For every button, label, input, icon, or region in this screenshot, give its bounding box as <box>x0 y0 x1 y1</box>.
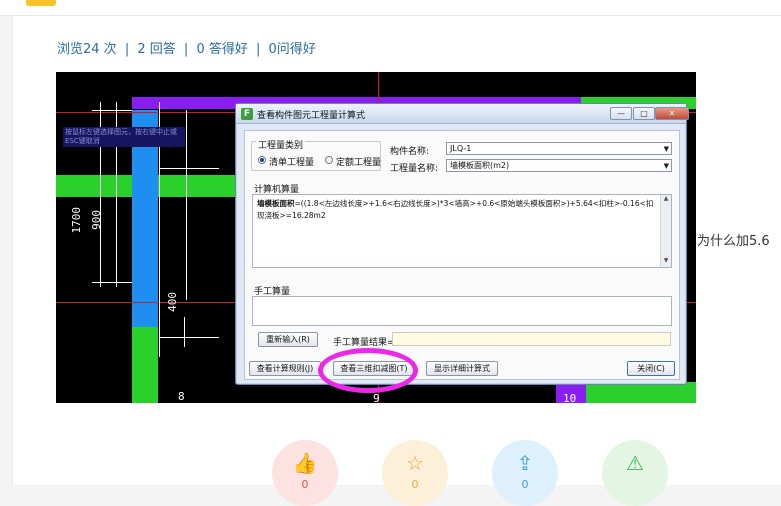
maximize-button[interactable]: □ <box>633 107 655 120</box>
component-name-select[interactable]: JLQ-1 ▼ <box>446 142 672 155</box>
thumbs-up-icon: 👍 <box>292 451 318 475</box>
dialog-title: 查看构件图元工程量计算式 <box>257 111 366 121</box>
dialog-titlebar[interactable]: F 查看构件图元工程量计算式 — □ ✕ <box>236 104 689 124</box>
dim-line <box>92 282 132 283</box>
good-questions-count: 0问得好 <box>268 42 316 57</box>
good-answers-count: 0 答得好 <box>196 42 248 57</box>
calc-formula: 墙模板面积=((1.8<左边线长度>+1.6<右边线长度>)*3<墙高>+0.6… <box>257 198 657 222</box>
dim-line <box>159 168 219 169</box>
dim-900: 900 <box>90 210 103 230</box>
calc-formula-dialog: F 查看构件图元工程量计算式 — □ ✕ 工程量类别 清单工程量 定额工程量 构… <box>235 103 689 385</box>
stats-separator: | <box>255 42 261 57</box>
share-icon: ⇪ <box>516 451 534 475</box>
axis-label-10: 10 <box>563 392 577 403</box>
view-rules-button[interactable]: 查看计算规则(J) <box>249 361 321 376</box>
chevron-down-icon: ▼ <box>663 162 669 170</box>
share-button[interactable]: ⇪ 0 <box>492 440 558 506</box>
manual-result-field[interactable] <box>392 332 671 346</box>
page: 浏览24 次 | 2 回答 | 0 答得好 | 0问得好 为什么加5.6 300… <box>0 0 781 506</box>
warning-icon: ⚠ <box>626 451 644 475</box>
chevron-down-icon: ▼ <box>663 145 669 153</box>
top-badge <box>26 0 56 6</box>
question-stats: 浏览24 次 | 2 回答 | 0 答得好 | 0问得好 <box>57 38 316 57</box>
manual-result-label: 手工算量结果= <box>333 338 395 348</box>
manual-calc-textarea[interactable] <box>252 296 672 326</box>
like-button[interactable]: 👍 0 <box>272 440 338 506</box>
radio-quota-qty[interactable] <box>325 156 333 164</box>
annotation-circle <box>318 348 418 393</box>
qty-name-label: 工程量名称: <box>390 164 439 174</box>
dim-line <box>184 317 185 347</box>
radio-list-qty[interactable] <box>258 156 266 164</box>
answers-count: 2 回答 <box>137 42 176 57</box>
stats-separator: | <box>124 42 130 57</box>
scroll-up-icon[interactable]: ▲ <box>661 195 671 205</box>
dim-400: 400 <box>166 292 179 312</box>
minimize-button[interactable]: — <box>610 107 632 120</box>
vertical-scrollbar[interactable]: ▲ ▼ <box>660 195 671 267</box>
radio-quota-label: 定额工程量 <box>336 158 382 168</box>
top-strip <box>0 0 781 16</box>
qty-name-select[interactable]: 墙模板面积(m2) ▼ <box>446 159 672 172</box>
machine-calc-textarea[interactable]: 墙模板面积=((1.8<左边线长度>+1.6<右边线长度>)*3<墙高>+0.6… <box>252 194 672 268</box>
qty-type-label: 工程量类别 <box>256 138 306 151</box>
show-detail-formula-button[interactable]: 显示详细计算式 <box>426 361 498 376</box>
stats-separator: | <box>183 42 189 57</box>
component-name-value: JLQ-1 <box>450 144 472 153</box>
star-icon: ☆ <box>406 451 424 475</box>
scroll-down-icon[interactable]: ▼ <box>661 257 671 267</box>
reenter-button[interactable]: 重新输入(R) <box>258 332 318 347</box>
cad-status-tip: 按鼠标左键选择图元，按右键中止或ESC键取消 <box>63 127 185 147</box>
favorite-button[interactable]: ☆ 0 <box>382 440 448 506</box>
close-button[interactable]: 关闭(C) <box>627 361 675 376</box>
dialog-body: 工程量类别 清单工程量 定额工程量 构件名称: JLQ-1 ▼ 工程量名称: 墙… <box>244 130 680 380</box>
app-icon: F <box>241 108 253 120</box>
dim-1700: 1700 <box>70 207 83 234</box>
report-button[interactable]: ⚠ <box>602 440 668 506</box>
formula-expression: =((1.8<左边线长度>+1.6<右边线长度>)*3<墙高>+0.6<原始端头… <box>257 199 654 220</box>
window-close-button[interactable]: ✕ <box>655 107 689 120</box>
green-column <box>132 327 158 403</box>
axis-label-9: 9 <box>373 392 380 403</box>
formula-name: 墙模板面积 <box>257 199 295 208</box>
qty-name-value: 墙模板面积(m2) <box>450 161 510 170</box>
dim-line <box>92 110 132 111</box>
question-text: 为什么加5.6 <box>697 234 770 249</box>
radio-list-label: 清单工程量 <box>269 158 315 168</box>
dim-line <box>159 337 219 338</box>
green-block <box>586 382 696 403</box>
component-name-label: 构件名称: <box>390 147 430 157</box>
axis-label-8: 8 <box>178 390 185 403</box>
views-count: 浏览24 次 <box>57 42 117 57</box>
dim-line <box>186 110 187 300</box>
